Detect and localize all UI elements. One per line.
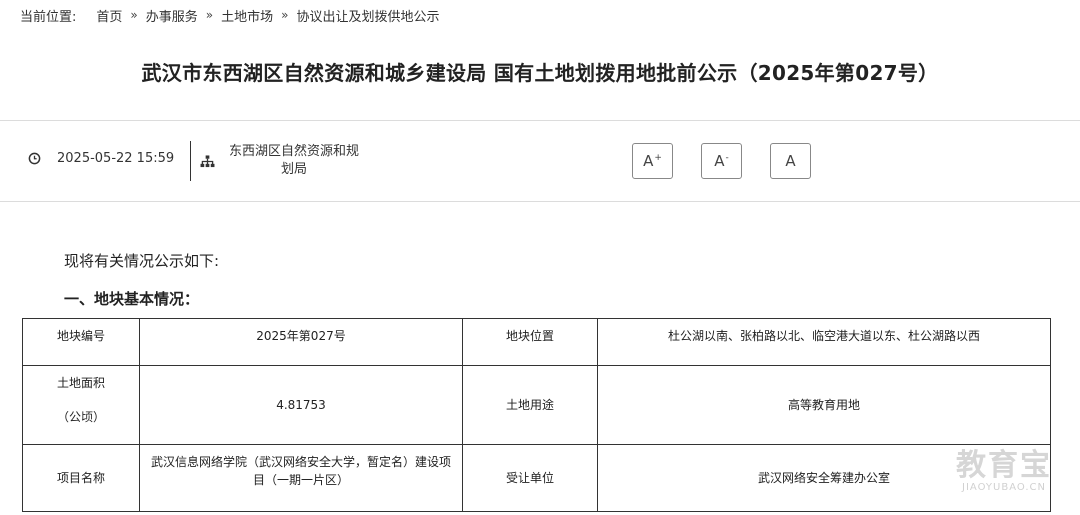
breadcrumb-separator: » [130,8,138,22]
breadcrumb-separator: » [205,8,214,22]
table-cell-value: 2025年第027号 [139,318,463,366]
header-divider [0,120,1080,121]
meta-divider [190,141,191,181]
table-cell-label: 地块位置 [462,318,598,366]
breadcrumb-prefix: 当前位置: [20,9,77,25]
breadcrumb: 当前位置: 首页 » 办事服务 » 土地市场 » 协议出让及划拨供地公示 [20,6,439,25]
font-increase-button[interactable]: A + [632,143,673,179]
table-cell-label: 地块编号 [22,318,140,366]
table-row: 项目名称 武汉信息网络学院（武汉网络安全大学，暂定名）建设项目（一期一片区） 受… [22,444,1051,512]
page-title: 武汉市东西湖区自然资源和城乡建设局 国有土地划拨用地批前公示（2025年第027… [141,61,939,85]
table-cell-value: 武汉网络安全筹建办公室 [597,444,1051,512]
breadcrumb-separator: » [281,8,289,22]
clock-icon [28,152,41,165]
breadcrumb-current-link[interactable]: 协议出让及划拨供地公示 [296,6,439,25]
table-cell-value: 杜公湖以南、张柏路以北、临空港大道以东、杜公湖路以西 [597,318,1051,366]
breadcrumb-land-market-link[interactable]: 土地市场 [221,6,273,25]
org-chart-icon [200,154,215,167]
font-increase-sup: + [654,153,662,163]
table-cell-label: 项目名称 [22,444,140,512]
table-cell-value: 高等教育用地 [597,365,1051,445]
font-decrease-sup: - [725,153,729,163]
font-decrease-button[interactable]: A- [701,143,742,179]
font-decrease-label: A [714,152,725,170]
table-row: 地块编号 2025年第027号 地块位置 杜公湖以南、张柏路以北、临空港大道以东… [22,318,1051,366]
publish-date-text: 2025-05-22 15:59 [57,151,175,166]
font-increase-label: A [643,152,654,170]
intro-text: 现将有关情况公示如下: [64,252,220,270]
publish-source-text: 东西湖区自然资源和规划局 [229,144,360,177]
land-area-unit: （公顷） [56,410,105,424]
font-reset-label: A [785,152,796,170]
land-info-table: 地块编号 2025年第027号 地块位置 杜公湖以南、张柏路以北、临空港大道以东… [22,318,1051,512]
table-cell-value: 4.81753 [139,365,463,445]
table-cell-label: 土地面积 （公顷） [22,365,140,445]
breadcrumb-services-link[interactable]: 办事服务 [146,6,198,25]
table-cell-label: 土地用途 [462,365,598,445]
breadcrumb-home-link[interactable]: 首页 [96,6,122,25]
font-reset-button[interactable]: A [770,143,811,179]
table-row: 土地面积 （公顷） 4.81753 土地用途 高等教育用地 [22,365,1051,445]
section-heading: 一、地块基本情况： [64,290,200,308]
table-cell-label: 受让单位 [462,444,598,512]
table-cell-value: 武汉信息网络学院（武汉网络安全大学，暂定名）建设项目（一期一片区） [139,444,463,512]
publish-date: 2025-05-22 15:59 [28,151,174,166]
publish-source: 东西湖区自然资源和规划局 [200,143,359,179]
meta-bottom-divider [0,201,1080,202]
land-area-label: 土地面积 [56,376,105,390]
